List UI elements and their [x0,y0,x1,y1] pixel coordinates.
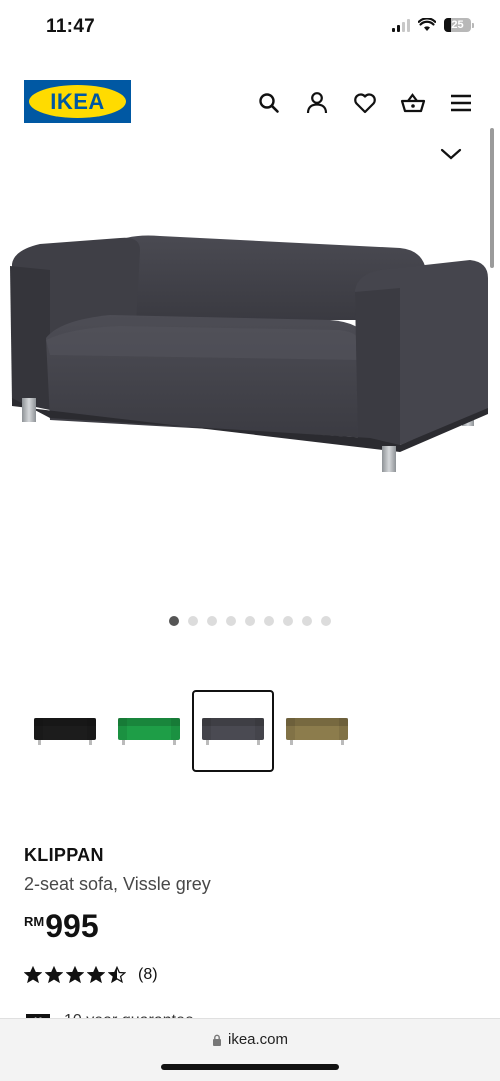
battery-level: 25 [451,19,464,31]
logo-ellipse: IKEA [29,85,126,118]
header-actions [254,88,476,118]
search-icon [259,93,279,113]
account-button[interactable] [302,88,332,118]
cellular-signal-icon [392,18,410,32]
price-currency: RM [24,914,45,929]
star-full-icon [24,966,42,984]
sofa-thumbnail [34,718,96,745]
status-time: 11:47 [46,16,96,37]
price-value: 995 [45,908,99,944]
variant-green[interactable] [108,690,190,772]
menu-button[interactable] [446,88,476,118]
gallery-dot[interactable] [283,616,293,626]
gallery-dot[interactable] [321,616,331,626]
star-half-icon [108,966,126,984]
variant-vissle-grey[interactable] [192,690,274,772]
gallery-dot[interactable] [245,616,255,626]
basket-button[interactable] [398,88,428,118]
ikea-logo[interactable]: IKEA [24,80,131,123]
sofa-thumbnail [286,718,348,745]
product-price: RM 995 [24,908,99,944]
gallery-dot[interactable] [188,616,198,626]
product-name: KLIPPAN [24,845,104,865]
variant-black[interactable] [24,690,106,772]
product-image[interactable] [0,170,500,610]
star-full-icon [66,966,84,984]
battery-icon: 25 [444,18,471,32]
battery-cap [472,22,474,28]
browser-url-bar[interactable]: ikea.com [0,1018,500,1081]
url-display[interactable]: ikea.com [0,1031,500,1048]
sofa-thumbnail [202,718,264,745]
home-indicator[interactable] [161,1064,339,1070]
gallery-dot[interactable] [302,616,312,626]
menu-icon [451,94,471,112]
review-count: (8) [138,966,158,983]
sofa-thumbnail [118,718,180,745]
wifi-icon [418,18,436,31]
variant-selector [24,690,358,772]
product-description: 2-seat sofa, Vissle grey [24,874,211,894]
gallery-pagination [0,616,500,626]
variant-beige[interactable] [276,690,358,772]
product-rating[interactable]: (8) [24,966,158,984]
chevron-down-icon [440,148,462,160]
status-icons: 25 [392,18,474,32]
favourites-button[interactable] [350,88,380,118]
user-icon [306,92,328,114]
gallery-dot[interactable] [169,616,179,626]
basket-icon [400,93,426,113]
gallery-dot[interactable] [264,616,274,626]
logo-text: IKEA [50,88,105,114]
collapse-button[interactable] [436,142,466,166]
status-bar: 11:47 25 [0,0,500,52]
star-full-icon [87,966,105,984]
search-button[interactable] [254,88,284,118]
sofa-image [10,235,488,472]
heart-icon [354,93,376,114]
url-text: ikea.com [227,1031,289,1048]
star-full-icon [45,966,63,984]
site-header: IKEA [0,78,500,126]
lock-icon [212,1034,221,1046]
gallery-dot[interactable] [226,616,236,626]
gallery-dot[interactable] [207,616,217,626]
battery-fill [444,18,451,32]
